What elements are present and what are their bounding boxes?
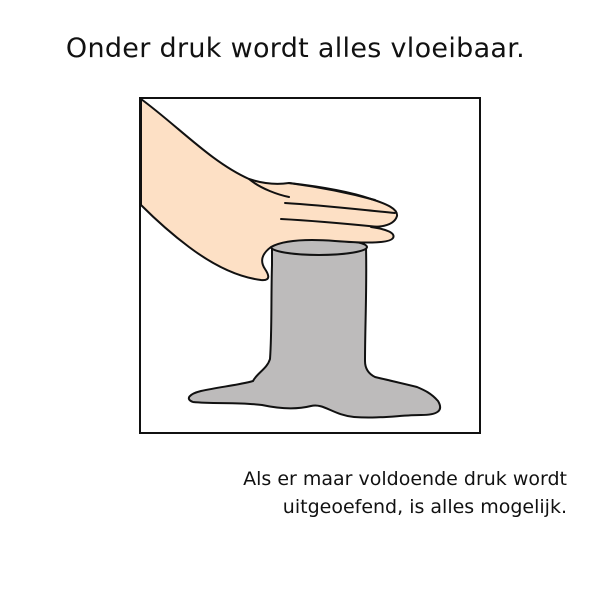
caption: Als er maar voldoende druk wordt uitgeoe… <box>243 465 567 521</box>
page-title: Onder druk wordt alles vloeibaar. <box>65 33 526 64</box>
illustration-panel <box>139 97 481 434</box>
caption-line-1: Als er maar voldoende druk wordt <box>243 468 567 490</box>
caption-line-2: uitgeoefend, is alles mogelijk. <box>282 496 567 518</box>
